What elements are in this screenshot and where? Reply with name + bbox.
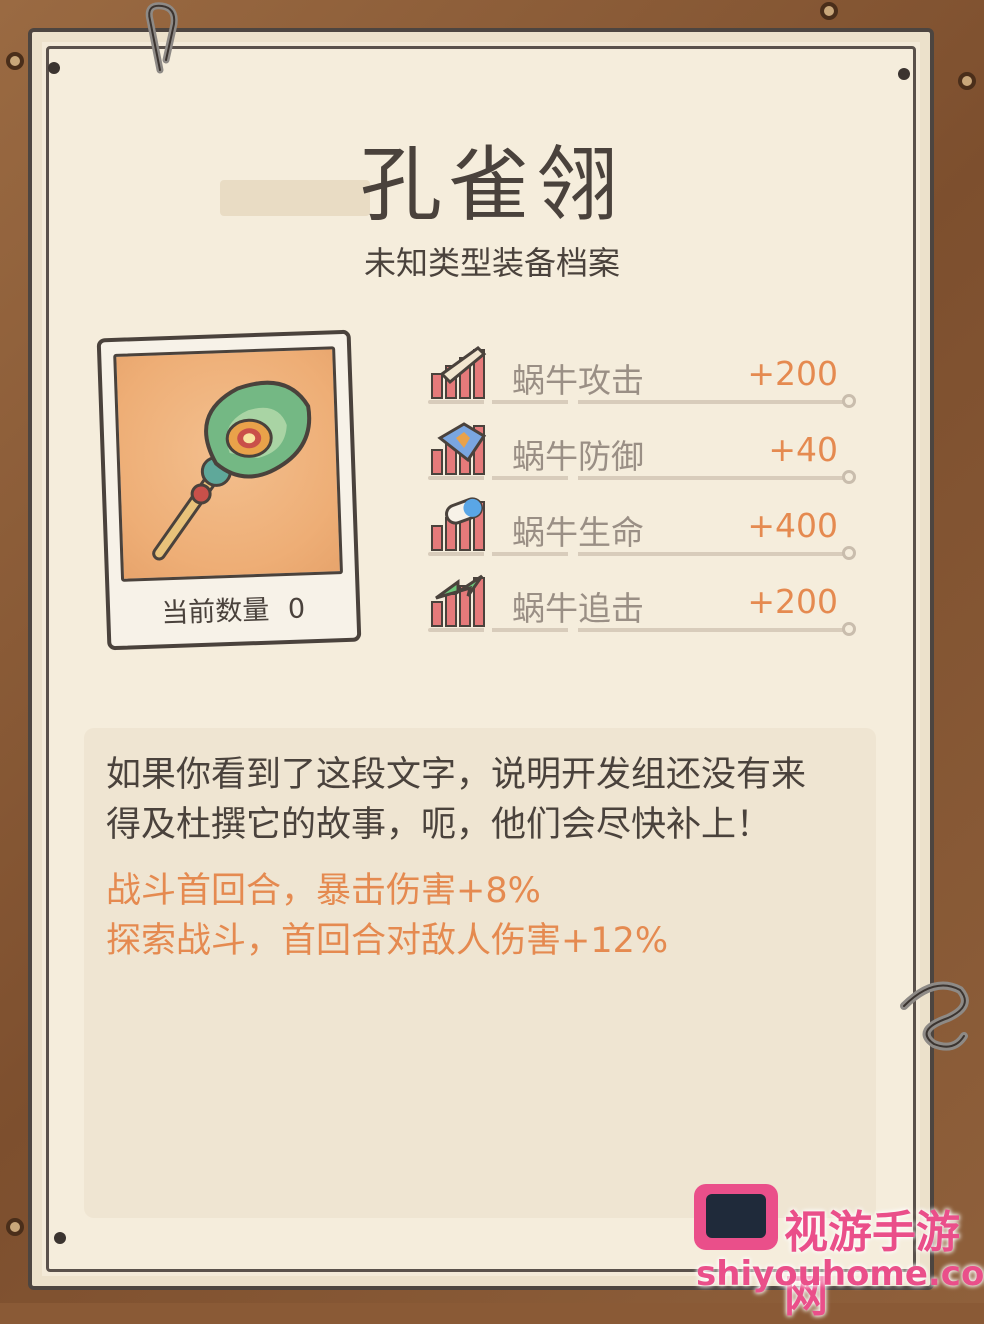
peacock-feather-icon <box>152 380 312 561</box>
bolt-icon <box>6 1218 24 1236</box>
item-image <box>113 346 344 582</box>
nail-icon <box>48 62 60 74</box>
stat-divider <box>428 400 848 404</box>
bolt-icon <box>820 2 838 20</box>
pill-icon <box>431 497 485 551</box>
bolt-icon <box>958 72 976 90</box>
stat-divider <box>428 476 848 480</box>
knob-icon <box>842 546 856 560</box>
sword-icon <box>431 346 487 399</box>
stat-row-pursuit: 蜗牛追击 +200 <box>428 572 868 648</box>
description-box: 如果你看到了这段文字，说明开发组还没有来 得及杜撰它的故事，呃，他们会尽快补上！… <box>84 728 876 1218</box>
nail-icon <box>898 68 910 80</box>
item-name: 孔雀翎 <box>359 138 624 233</box>
paperclip-icon <box>145 2 178 74</box>
description-line: 得及杜撰它的故事，呃，他们会尽快补上！ <box>106 805 772 845</box>
watermark-url: shiyouhome.com <box>696 1254 984 1294</box>
effect-line: 战斗首回合，暴击伤害+8% <box>106 871 541 911</box>
stat-row-health: 蜗牛生命 +400 <box>428 496 868 572</box>
stat-value: +200 <box>747 354 838 393</box>
bolt-icon <box>6 52 24 70</box>
knob-icon <box>842 394 856 408</box>
tv-screen-icon <box>706 1194 766 1238</box>
paperclip-icon <box>900 981 969 1051</box>
stat-row-defense: 蜗牛防御 +40 <box>428 420 868 496</box>
stat-label: 蜗牛追击 <box>512 589 644 628</box>
stat-value: +400 <box>747 506 838 545</box>
stat-divider <box>428 552 848 556</box>
stat-row-attack: 蜗牛攻击 +200 <box>428 344 868 420</box>
count-value: 0 <box>287 593 306 626</box>
nail-icon <box>54 1232 66 1244</box>
description-line: 如果你看到了这段文字，说明开发组还没有来 <box>106 755 807 795</box>
item-category: 未知类型装备档案 <box>363 244 620 282</box>
stat-value: +40 <box>768 430 838 469</box>
stat-label: 蜗牛攻击 <box>512 361 644 400</box>
effect-line: 探索战斗，首回合对敌人伤害+12% <box>106 921 669 961</box>
description-text: 如果你看到了这段文字，说明开发组还没有来 得及杜撰它的故事，呃，他们会尽快补上！ <box>106 750 866 850</box>
shield-icon <box>431 422 487 475</box>
stat-value: +200 <box>747 582 838 621</box>
stats-list: 蜗牛攻击 +200 蜗牛防御 +40 蜗牛生命 +400 蜗牛追击 +200 <box>428 344 868 648</box>
knob-icon <box>842 470 856 484</box>
stat-label: 蜗牛生命 <box>512 513 644 552</box>
stat-label: 蜗牛防御 <box>512 437 644 476</box>
stat-divider <box>428 628 848 632</box>
knob-icon <box>842 622 856 636</box>
item-card: 当前数量 0 <box>96 329 362 651</box>
count-label: 当前数量 <box>160 594 270 630</box>
lightning-icon <box>431 574 485 627</box>
item-count: 当前数量 0 <box>110 585 357 633</box>
watermark-logo <box>694 1184 778 1250</box>
